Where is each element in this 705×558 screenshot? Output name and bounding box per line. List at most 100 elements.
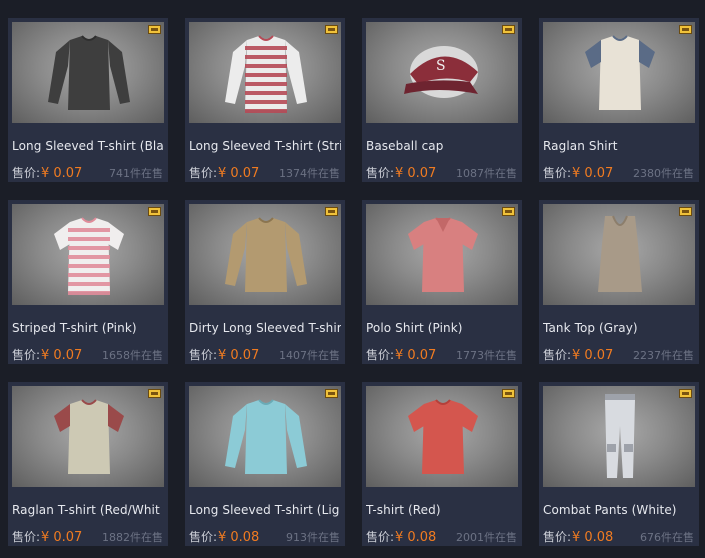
shirt-icon [408,217,478,292]
stock-count: 1374件在售 [279,167,340,180]
currency-symbol: ¥ [395,166,404,181]
game-badge-icon [502,25,515,34]
currency-symbol: ¥ [572,166,581,181]
item-price: 0.07 [407,166,437,181]
item-grid: Long Sleeved T-shirt (Bla 售价:¥ 0.07 741件在售 L… [0,0,705,558]
game-badge-icon [148,25,161,34]
item-price: 0.07 [53,348,83,363]
item-image[interactable] [543,22,695,123]
item-price: 0.07 [230,166,260,181]
shirt-icon [54,217,124,295]
item-name[interactable]: T-shirt (Red) [366,503,518,517]
item-card[interactable]: Dirty Long Sleeved T-shir 售价:¥ 0.07 1407件在售 [185,200,345,364]
item-card[interactable]: T-shirt (Red) 售价:¥ 0.08 2001件在售 [362,382,522,546]
stock-count: 741件在售 [109,167,163,180]
price-row: 售价:¥ 0.07 2237件在售 [543,346,695,363]
item-card[interactable]: Striped T-shirt (Pink) 售价:¥ 0.07 1658件在售 [8,200,168,364]
item-image[interactable] [189,386,341,487]
price-label: 售价: [189,348,218,362]
item-image[interactable] [12,386,164,487]
currency-symbol: ¥ [41,348,50,363]
item-image[interactable] [189,22,341,123]
item-name[interactable]: Dirty Long Sleeved T-shir [189,321,341,335]
item-image[interactable] [189,204,341,305]
item-name[interactable]: Striped T-shirt (Pink) [12,321,164,335]
price-row: 售价:¥ 0.08 676件在售 [543,528,695,545]
item-name[interactable]: Long Sleeved T-shirt (Bla [12,139,164,153]
item-image[interactable] [366,386,518,487]
shirt-icon [225,399,307,474]
currency-symbol: ¥ [395,530,404,545]
item-name[interactable]: Baseball cap [366,139,518,153]
item-price: 0.07 [407,348,437,363]
shirt-icon [54,399,124,474]
stock-count: 1407件在售 [279,349,340,362]
price-row: 售价:¥ 0.07 741件在售 [12,164,164,181]
game-badge-icon [502,207,515,216]
game-badge-icon [502,389,515,398]
stock-count: 1773件在售 [456,349,517,362]
svg-text:S: S [436,58,446,74]
price-label: 售价: [12,530,41,544]
item-price: 0.07 [584,348,614,363]
stock-count: 913件在售 [286,531,340,544]
price-row: 售价:¥ 0.08 913件在售 [189,528,341,545]
item-image[interactable] [543,204,695,305]
price-row: 售价:¥ 0.08 2001件在售 [366,528,518,545]
price-label: 售价: [543,530,572,544]
price-row: 售价:¥ 0.07 1658件在售 [12,346,164,363]
item-name[interactable]: Combat Pants (White) [543,503,695,517]
game-badge-icon [679,389,692,398]
item-image[interactable] [12,22,164,123]
stock-count: 1882件在售 [102,531,163,544]
item-price: 0.08 [230,530,260,545]
item-price: 0.07 [230,348,260,363]
item-card[interactable]: Raglan T-shirt (Red/Whit 售价:¥ 0.07 1882件在售 [8,382,168,546]
stock-count: 2237件在售 [633,349,694,362]
currency-symbol: ¥ [572,348,581,363]
item-card[interactable]: Raglan Shirt 售价:¥ 0.07 2380件在售 [539,18,699,182]
price-label: 售价: [366,166,395,180]
game-badge-icon [679,207,692,216]
game-badge-icon [679,25,692,34]
item-name[interactable]: Raglan T-shirt (Red/Whit [12,503,164,517]
item-name[interactable]: Long Sleeved T-shirt (Lig [189,503,341,517]
stock-count: 2001件在售 [456,531,517,544]
price-row: 售价:¥ 0.07 1773件在售 [366,346,518,363]
item-name[interactable]: Raglan Shirt [543,139,695,153]
cap-icon: S [404,46,478,98]
item-card[interactable]: Tank Top (Gray) 售价:¥ 0.07 2237件在售 [539,200,699,364]
item-price: 0.07 [53,166,83,181]
item-name[interactable]: Tank Top (Gray) [543,321,695,335]
shirt-icon [48,35,130,110]
item-card[interactable]: S Baseball cap 售价:¥ 0.07 1087件在售 [362,18,522,182]
price-row: 售价:¥ 0.07 1407件在售 [189,346,341,363]
price-label: 售价: [12,348,41,362]
stock-count: 1087件在售 [456,167,517,180]
game-badge-icon [325,389,338,398]
item-image[interactable] [366,204,518,305]
item-card[interactable]: Long Sleeved T-shirt (Stri 售价:¥ 0.07 1374件在… [185,18,345,182]
item-card[interactable]: Polo Shirt (Pink) 售价:¥ 0.07 1773件在售 [362,200,522,364]
currency-symbol: ¥ [395,348,404,363]
item-price: 0.07 [53,530,83,545]
item-card[interactable]: Combat Pants (White) 售价:¥ 0.08 676件在售 [539,382,699,546]
item-name[interactable]: Polo Shirt (Pink) [366,321,518,335]
item-card[interactable]: Long Sleeved T-shirt (Lig 售价:¥ 0.08 913件在售 [185,382,345,546]
shirt-icon [598,215,642,292]
item-name[interactable]: Long Sleeved T-shirt (Stri [189,139,341,153]
item-price: 0.08 [407,530,437,545]
item-image[interactable] [12,204,164,305]
game-badge-icon [148,389,161,398]
item-image[interactable] [543,386,695,487]
item-card[interactable]: Long Sleeved T-shirt (Bla 售价:¥ 0.07 741件在售 [8,18,168,182]
currency-symbol: ¥ [218,166,227,181]
price-row: 售价:¥ 0.07 1374件在售 [189,164,341,181]
item-price: 0.07 [584,166,614,181]
stock-count: 1658件在售 [102,349,163,362]
price-row: 售价:¥ 0.07 1882件在售 [12,528,164,545]
price-row: 售价:¥ 0.07 2380件在售 [543,164,695,181]
shirt-icon [408,399,478,474]
currency-symbol: ¥ [41,166,50,181]
item-image[interactable]: S [366,22,518,123]
